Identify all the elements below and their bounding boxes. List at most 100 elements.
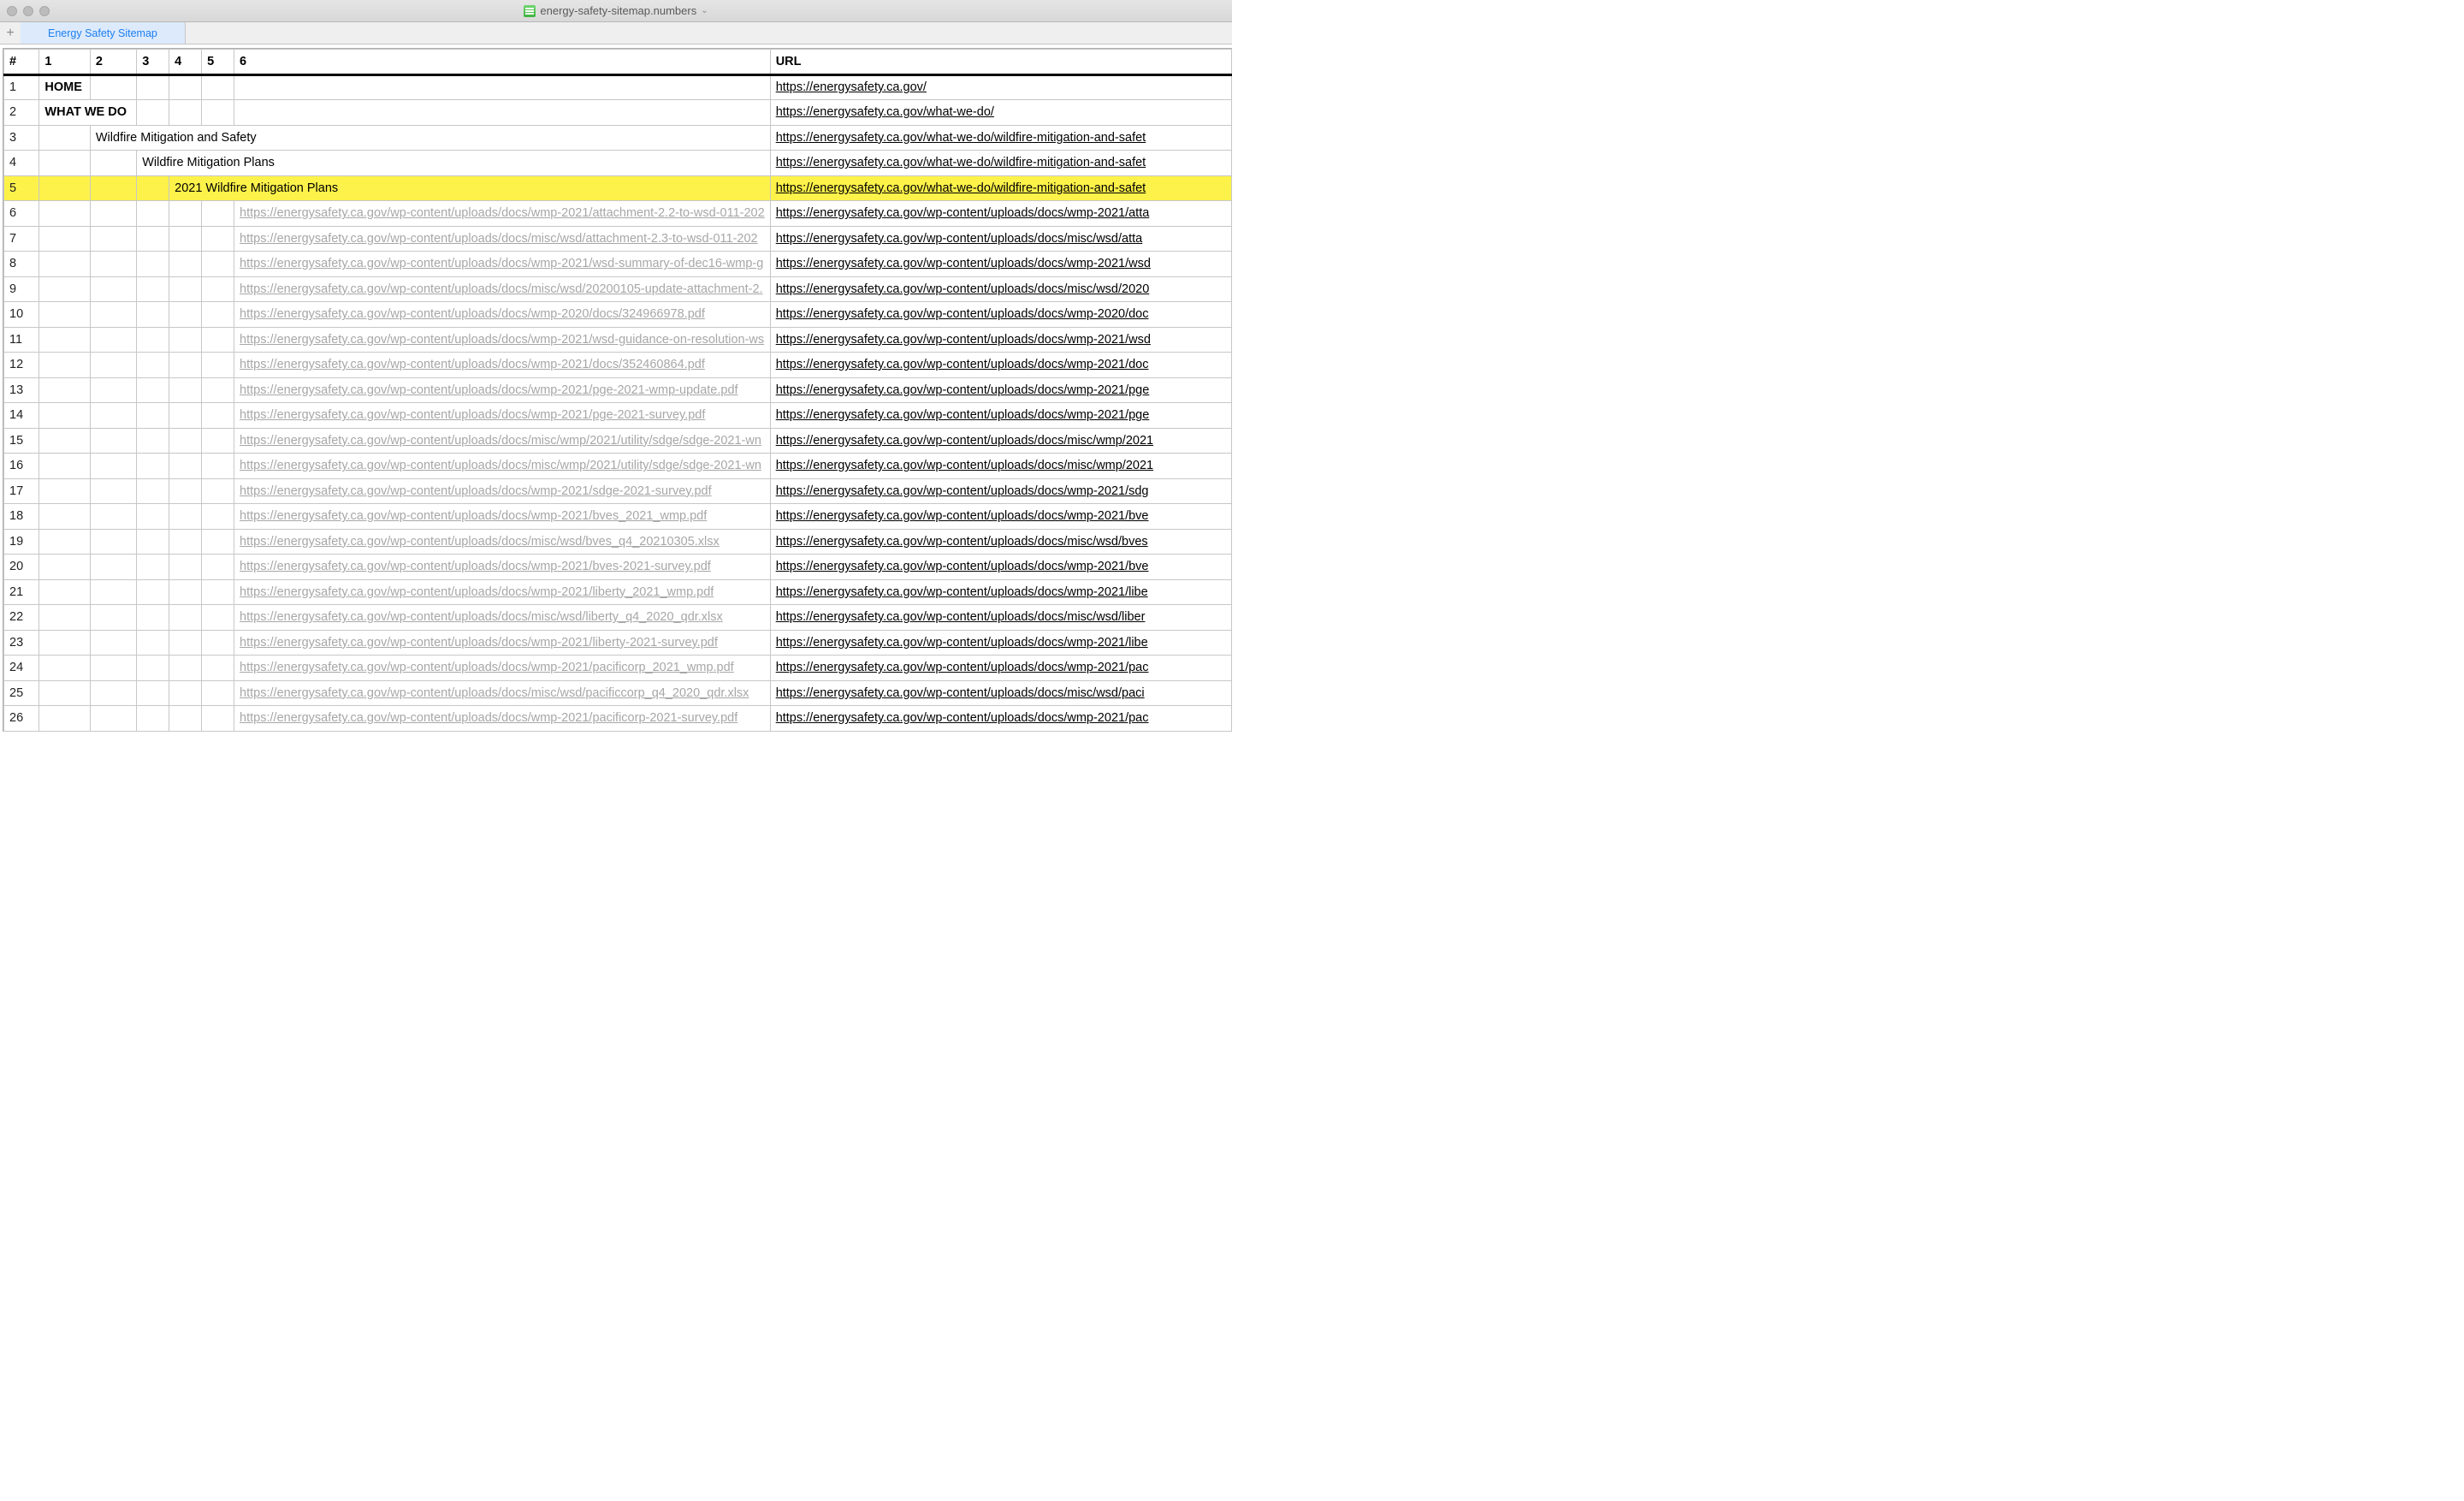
cell[interactable]: https://energysafety.ca.gov/wp-content/u… [234, 478, 771, 504]
cell[interactable] [137, 605, 169, 631]
cell[interactable] [39, 605, 90, 631]
row-number-cell[interactable]: 16 [4, 454, 39, 479]
cell[interactable]: https://energysafety.ca.gov/wp-content/u… [234, 252, 771, 277]
url-link[interactable]: https://energysafety.ca.gov/what-we-do/ [776, 105, 994, 119]
doc-link-cell[interactable]: https://energysafety.ca.gov/wp-content/u… [240, 686, 749, 700]
url-cell[interactable]: https://energysafety.ca.gov/wp-content/u… [770, 428, 1231, 454]
minimize-icon[interactable] [23, 6, 33, 16]
cell[interactable] [234, 100, 771, 126]
cell[interactable] [169, 630, 202, 656]
cell[interactable]: https://energysafety.ca.gov/wp-content/u… [234, 656, 771, 681]
cell[interactable] [169, 327, 202, 353]
cell[interactable] [169, 276, 202, 302]
sheet-tab-active[interactable]: Energy Safety Sitemap [21, 22, 186, 44]
cell[interactable]: https://energysafety.ca.gov/wp-content/u… [234, 706, 771, 732]
cell[interactable]: https://energysafety.ca.gov/wp-content/u… [234, 276, 771, 302]
cell[interactable]: https://energysafety.ca.gov/wp-content/u… [234, 605, 771, 631]
header-cell[interactable]: URL [770, 50, 1231, 75]
url-cell[interactable]: https://energysafety.ca.gov/wp-content/u… [770, 579, 1231, 605]
url-link[interactable]: https://energysafety.ca.gov/wp-content/u… [776, 358, 1149, 371]
cell[interactable] [90, 403, 136, 429]
url-link[interactable]: https://energysafety.ca.gov/what-we-do/w… [776, 131, 1146, 145]
row-number-cell[interactable]: 23 [4, 630, 39, 656]
url-cell[interactable]: https://energysafety.ca.gov/wp-content/u… [770, 555, 1231, 580]
header-cell[interactable]: 1 [39, 50, 90, 75]
doc-link-cell[interactable]: https://energysafety.ca.gov/wp-content/u… [240, 358, 705, 371]
cell[interactable] [137, 100, 169, 126]
doc-link-cell[interactable]: https://energysafety.ca.gov/wp-content/u… [240, 333, 764, 347]
doc-link-cell[interactable]: https://energysafety.ca.gov/wp-content/u… [240, 257, 763, 270]
cell[interactable] [202, 454, 234, 479]
cell[interactable] [39, 125, 90, 151]
cell[interactable] [202, 579, 234, 605]
cell[interactable] [90, 201, 136, 227]
row-number-cell[interactable]: 18 [4, 504, 39, 530]
row-number-cell[interactable]: 25 [4, 680, 39, 706]
cell[interactable] [39, 302, 90, 328]
cell[interactable] [39, 276, 90, 302]
row-number-cell[interactable]: 9 [4, 276, 39, 302]
url-cell[interactable]: https://energysafety.ca.gov/wp-content/u… [770, 504, 1231, 530]
row-number-cell[interactable]: 13 [4, 377, 39, 403]
doc-link-cell[interactable]: https://energysafety.ca.gov/wp-content/u… [240, 459, 761, 472]
cell[interactable] [137, 377, 169, 403]
doc-link-cell[interactable]: https://energysafety.ca.gov/wp-content/u… [240, 408, 705, 422]
url-cell[interactable]: https://energysafety.ca.gov/wp-content/u… [770, 630, 1231, 656]
url-link[interactable]: https://energysafety.ca.gov/wp-content/u… [776, 206, 1150, 220]
cell[interactable] [202, 630, 234, 656]
url-link[interactable]: https://energysafety.ca.gov/wp-content/u… [776, 408, 1150, 422]
cell[interactable] [169, 252, 202, 277]
header-cell[interactable]: 4 [169, 50, 202, 75]
url-cell[interactable]: https://energysafety.ca.gov/wp-content/u… [770, 605, 1231, 631]
cell[interactable] [90, 327, 136, 353]
url-cell[interactable]: https://energysafety.ca.gov/what-we-do/w… [770, 175, 1231, 201]
cell[interactable] [137, 327, 169, 353]
cell[interactable] [169, 454, 202, 479]
cell[interactable]: https://energysafety.ca.gov/wp-content/u… [234, 555, 771, 580]
cell[interactable] [137, 226, 169, 252]
row-number-cell[interactable]: 7 [4, 226, 39, 252]
url-link[interactable]: https://energysafety.ca.gov/wp-content/u… [776, 459, 1153, 472]
row-number-cell[interactable]: 17 [4, 478, 39, 504]
url-link[interactable]: https://energysafety.ca.gov/wp-content/u… [776, 307, 1149, 321]
cell[interactable]: Wildfire Mitigation and Safety [90, 125, 770, 151]
cell[interactable]: https://energysafety.ca.gov/wp-content/u… [234, 680, 771, 706]
cell[interactable] [39, 529, 90, 555]
url-link[interactable]: https://energysafety.ca.gov/wp-content/u… [776, 661, 1149, 674]
sheet-canvas[interactable]: # 1 2 3 4 5 6 URL 1HOMEhttps://energysaf… [0, 44, 1232, 750]
doc-link-cell[interactable]: https://energysafety.ca.gov/wp-content/u… [240, 484, 712, 498]
doc-link-cell[interactable]: https://energysafety.ca.gov/wp-content/u… [240, 383, 738, 397]
row-number-cell[interactable]: 12 [4, 353, 39, 378]
cell[interactable] [169, 605, 202, 631]
cell[interactable] [90, 504, 136, 530]
cell[interactable] [202, 353, 234, 378]
row-number-cell[interactable]: 22 [4, 605, 39, 631]
url-cell[interactable]: https://energysafety.ca.gov/wp-content/u… [770, 201, 1231, 227]
cell[interactable] [202, 478, 234, 504]
cell[interactable]: HOME [39, 74, 90, 100]
cell[interactable] [169, 579, 202, 605]
header-cell[interactable]: 2 [90, 50, 136, 75]
cell[interactable] [202, 504, 234, 530]
row-number-cell[interactable]: 3 [4, 125, 39, 151]
cell[interactable]: https://energysafety.ca.gov/wp-content/u… [234, 428, 771, 454]
cell[interactable] [90, 74, 136, 100]
cell[interactable] [169, 428, 202, 454]
cell[interactable] [90, 605, 136, 631]
url-link[interactable]: https://energysafety.ca.gov/wp-content/u… [776, 257, 1151, 270]
cell[interactable]: https://energysafety.ca.gov/wp-content/u… [234, 454, 771, 479]
cell[interactable] [202, 201, 234, 227]
url-cell[interactable]: https://energysafety.ca.gov/wp-content/u… [770, 226, 1231, 252]
cell[interactable] [169, 706, 202, 732]
cell[interactable] [202, 605, 234, 631]
cell[interactable] [202, 706, 234, 732]
cell[interactable]: https://energysafety.ca.gov/wp-content/u… [234, 504, 771, 530]
row-number-cell[interactable]: 11 [4, 327, 39, 353]
cell[interactable] [169, 478, 202, 504]
row-number-cell[interactable]: 1 [4, 74, 39, 100]
doc-link-cell[interactable]: https://energysafety.ca.gov/wp-content/u… [240, 585, 714, 599]
cell[interactable] [39, 504, 90, 530]
cell[interactable] [137, 175, 169, 201]
cell[interactable] [39, 327, 90, 353]
doc-link-cell[interactable]: https://energysafety.ca.gov/wp-content/u… [240, 711, 737, 725]
